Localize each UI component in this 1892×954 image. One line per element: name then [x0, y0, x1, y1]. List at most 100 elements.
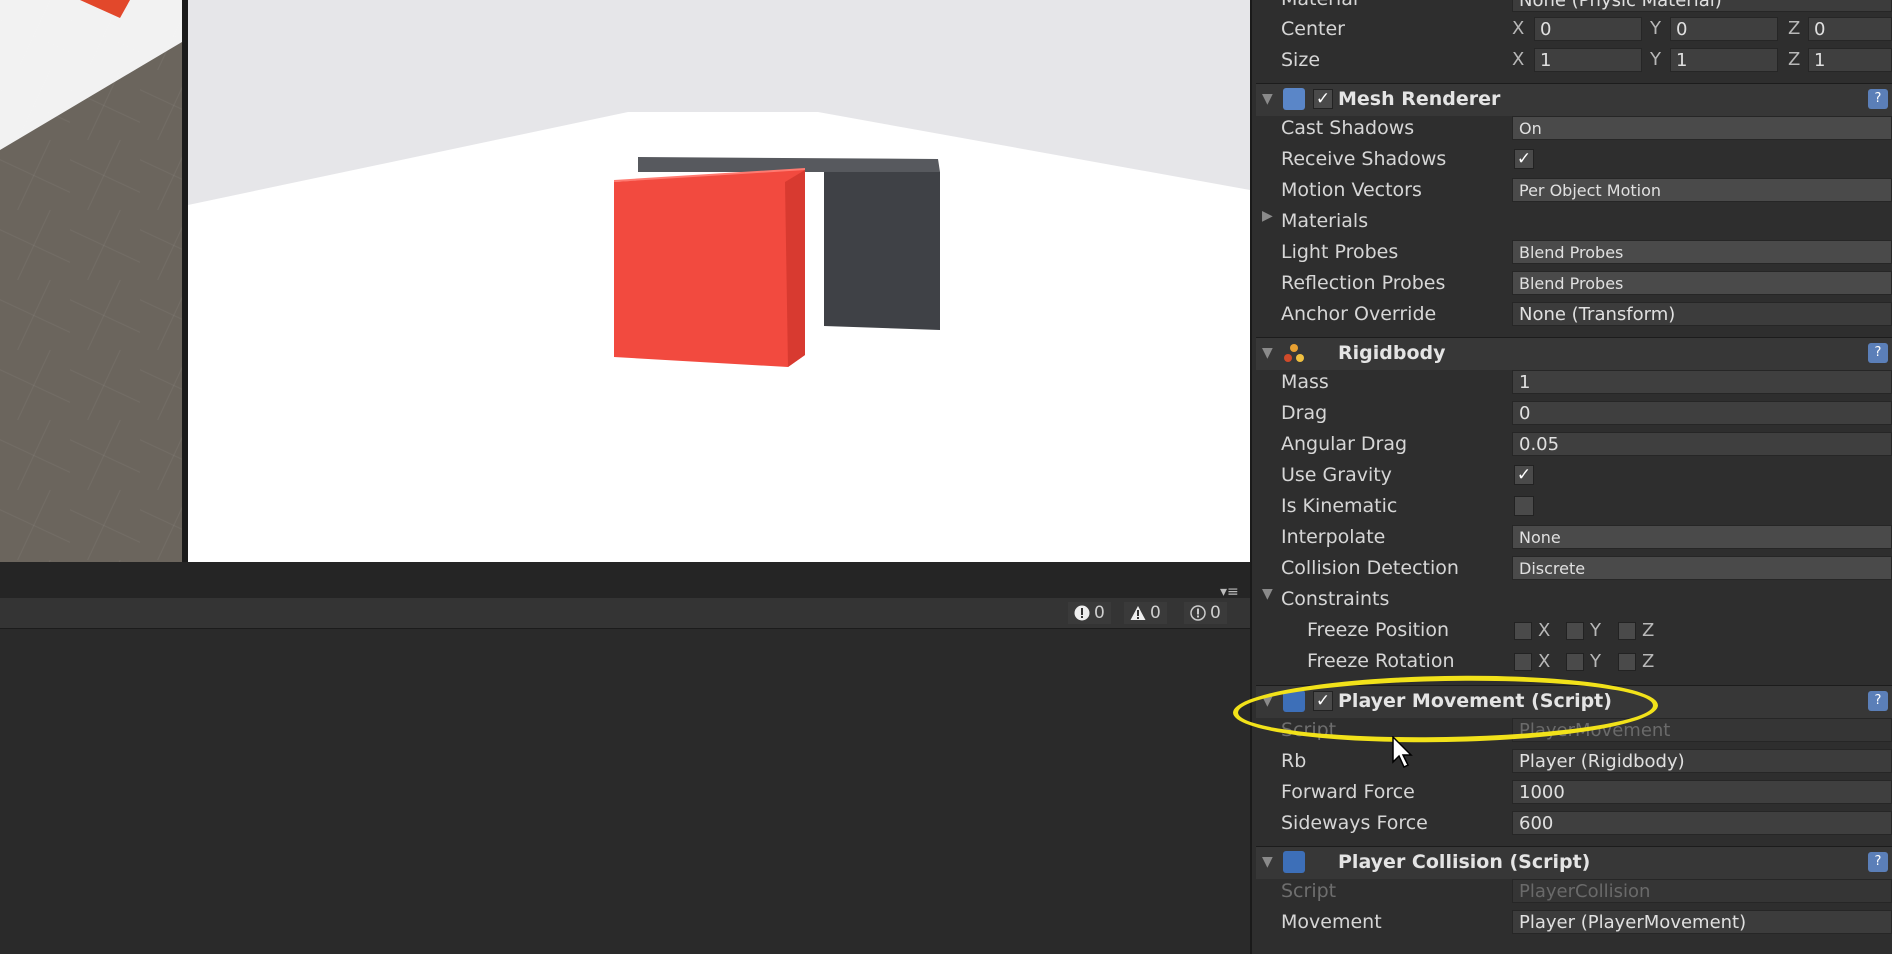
- freeze-rotation-z-checkbox[interactable]: [1618, 653, 1636, 671]
- warning-count-toggle[interactable]: 0: [1124, 602, 1167, 624]
- center-y-axis: Y: [1650, 18, 1661, 39]
- script-icon: [1283, 851, 1305, 873]
- size-z-axis: Z: [1788, 49, 1801, 70]
- mesh-renderer-icon: [1283, 88, 1305, 110]
- mesh-renderer-enabled-checkbox[interactable]: ✓: [1313, 89, 1333, 109]
- size-label: Size: [1281, 49, 1321, 71]
- constraints-foldout-icon[interactable]: ▼: [1262, 581, 1273, 607]
- player-collision-script-label: Script: [1281, 880, 1337, 902]
- materials-foldout-icon[interactable]: ▶: [1262, 203, 1273, 229]
- rigidbody-foldout-icon[interactable]: ▼: [1262, 337, 1273, 369]
- rb-label: Rb: [1281, 750, 1307, 772]
- freeze-position-z-label: Z: [1642, 620, 1655, 641]
- console-tab-strip: [0, 562, 1250, 598]
- game-view[interactable]: [188, 0, 1250, 562]
- scene-view[interactable]: [0, 0, 182, 562]
- interpolate-dropdown[interactable]: None: [1512, 525, 1892, 549]
- cast-shadows-dropdown[interactable]: On: [1512, 116, 1892, 140]
- scene-grid: [0, 0, 182, 562]
- center-z-axis: Z: [1788, 18, 1801, 39]
- anchor-override-label: Anchor Override: [1281, 303, 1437, 325]
- forward-force-label: Forward Force: [1281, 781, 1415, 803]
- sideways-force-label: Sideways Force: [1281, 812, 1428, 834]
- freeze-rotation-x-checkbox[interactable]: [1514, 653, 1532, 671]
- freeze-rotation-label: Freeze Rotation: [1307, 650, 1455, 672]
- player-movement-help-icon[interactable]: ?: [1868, 691, 1888, 711]
- size-x-field[interactable]: 1: [1534, 48, 1642, 72]
- freeze-rotation-x-label: X: [1538, 651, 1551, 672]
- center-z-field[interactable]: 0: [1808, 17, 1892, 41]
- freeze-rotation-z-label: Z: [1642, 651, 1655, 672]
- materials-label[interactable]: Materials: [1281, 208, 1368, 234]
- motion-vectors-label: Motion Vectors: [1281, 179, 1422, 201]
- player-collision-foldout-icon[interactable]: ▼: [1262, 846, 1273, 878]
- center-x-axis: X: [1512, 18, 1525, 39]
- center-x-field[interactable]: 0: [1534, 17, 1642, 41]
- size-y-axis: Y: [1650, 49, 1661, 70]
- angular-drag-field[interactable]: 0.05: [1512, 432, 1892, 456]
- center-label: Center: [1281, 18, 1345, 40]
- player-collision-title: Player Collision (Script): [1338, 851, 1591, 873]
- collision-detection-dropdown[interactable]: Discrete: [1512, 556, 1892, 580]
- collision-detection-label: Collision Detection: [1281, 557, 1459, 579]
- size-z-field[interactable]: 1: [1808, 48, 1892, 72]
- freeze-rotation-y-checkbox[interactable]: [1566, 653, 1584, 671]
- freeze-position-z-checkbox[interactable]: [1618, 622, 1636, 640]
- angular-drag-label: Angular Drag: [1281, 433, 1408, 455]
- reflection-probes-dropdown[interactable]: Blend Probes: [1512, 271, 1892, 295]
- error-count-toggle[interactable]: 0: [1068, 602, 1111, 624]
- info-icon: [1190, 605, 1206, 621]
- material-field[interactable]: None (Physic Material): [1512, 0, 1892, 12]
- mouse-cursor-icon: [1392, 736, 1413, 769]
- mass-label: Mass: [1281, 371, 1329, 393]
- light-probes-dropdown[interactable]: Blend Probes: [1512, 240, 1892, 264]
- message-count: 0: [1210, 603, 1221, 623]
- console-log-area[interactable]: [0, 629, 1250, 954]
- cast-shadows-label: Cast Shadows: [1281, 117, 1415, 139]
- drag-label: Drag: [1281, 402, 1328, 424]
- player-collision-help-icon[interactable]: ?: [1868, 852, 1888, 872]
- rigidbody-help-icon[interactable]: ?: [1868, 343, 1888, 363]
- forward-force-field[interactable]: 1000: [1512, 780, 1892, 804]
- is-kinematic-checkbox[interactable]: [1514, 496, 1534, 516]
- console-toolbar: [0, 598, 1250, 629]
- light-probes-label: Light Probes: [1281, 241, 1399, 263]
- constraints-label[interactable]: Constraints: [1281, 586, 1389, 612]
- freeze-position-x-label: X: [1538, 620, 1551, 641]
- game-render: [188, 0, 1250, 367]
- size-y-field[interactable]: 1: [1670, 48, 1778, 72]
- receive-shadows-label: Receive Shadows: [1281, 148, 1447, 170]
- mesh-renderer-foldout-icon[interactable]: ▼: [1262, 83, 1273, 115]
- mass-field[interactable]: 1: [1512, 370, 1892, 394]
- error-count: 0: [1094, 603, 1105, 623]
- anchor-override-field[interactable]: None (Transform): [1512, 302, 1892, 326]
- movement-label: Movement: [1281, 911, 1382, 933]
- rb-field[interactable]: Player (Rigidbody): [1512, 749, 1892, 773]
- error-icon: [1074, 605, 1090, 621]
- size-x-axis: X: [1512, 49, 1525, 70]
- movement-field[interactable]: Player (PlayerMovement): [1512, 910, 1892, 934]
- rigidbody-title: Rigidbody: [1338, 342, 1446, 364]
- motion-vectors-dropdown[interactable]: Per Object Motion: [1512, 178, 1892, 202]
- use-gravity-label: Use Gravity: [1281, 464, 1392, 486]
- sideways-force-field[interactable]: 600: [1512, 811, 1892, 835]
- freeze-position-y-label: Y: [1590, 620, 1601, 641]
- freeze-position-y-checkbox[interactable]: [1566, 622, 1584, 640]
- use-gravity-checkbox[interactable]: ✓: [1514, 465, 1534, 485]
- freeze-position-label: Freeze Position: [1307, 619, 1449, 641]
- warning-icon: [1130, 606, 1146, 620]
- freeze-rotation-y-label: Y: [1590, 651, 1601, 672]
- message-count-toggle[interactable]: 0: [1184, 602, 1227, 624]
- receive-shadows-checkbox[interactable]: ✓: [1514, 149, 1534, 169]
- rigidbody-icon: [1284, 344, 1304, 362]
- is-kinematic-label: Is Kinematic: [1281, 495, 1398, 517]
- freeze-position-x-checkbox[interactable]: [1514, 622, 1532, 640]
- warning-count: 0: [1150, 603, 1161, 623]
- center-y-field[interactable]: 0: [1670, 17, 1778, 41]
- mesh-renderer-title: Mesh Renderer: [1338, 88, 1501, 110]
- player-cube: [614, 168, 805, 367]
- mesh-renderer-help-icon[interactable]: ?: [1868, 89, 1888, 109]
- drag-field[interactable]: 0: [1512, 401, 1892, 425]
- material-label: Material: [1281, 0, 1358, 12]
- reflection-probes-label: Reflection Probes: [1281, 272, 1446, 294]
